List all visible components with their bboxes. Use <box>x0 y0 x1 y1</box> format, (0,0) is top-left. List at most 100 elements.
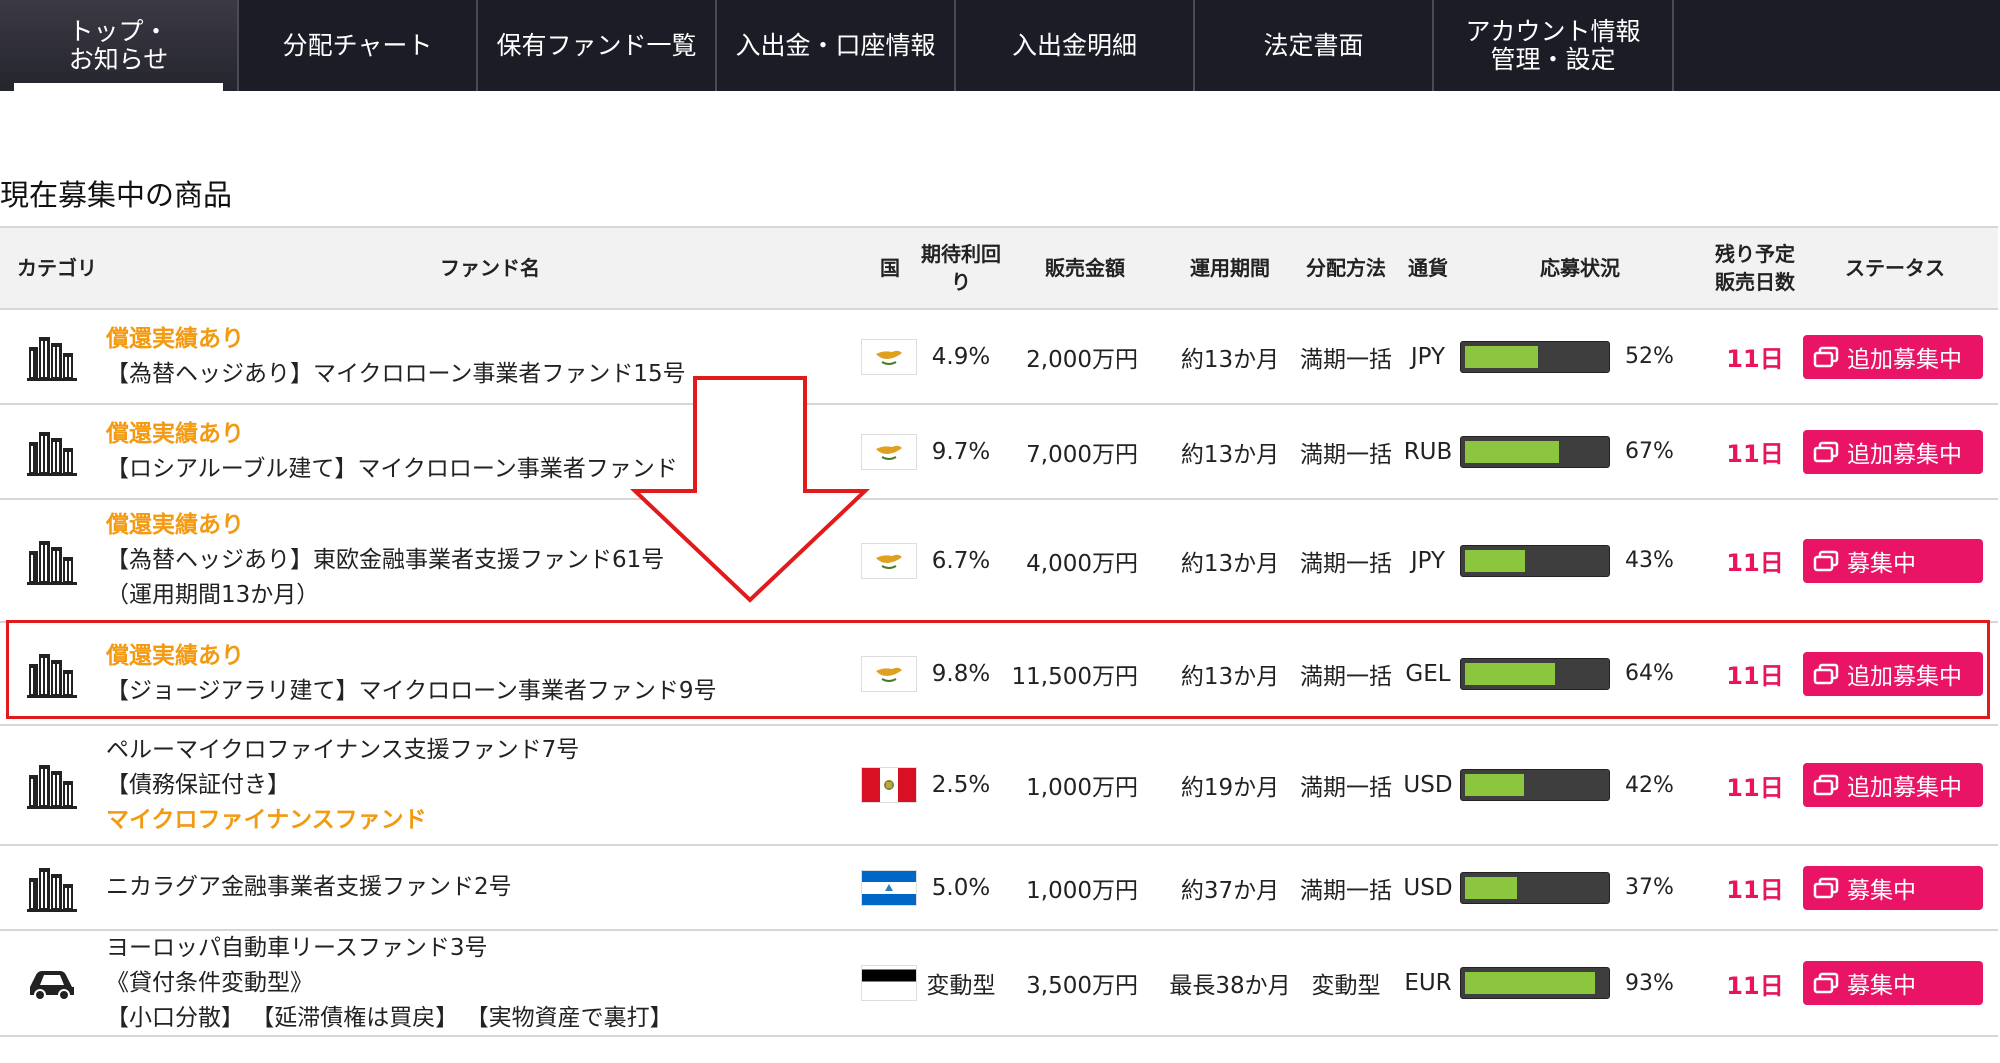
currency-value: EUR <box>1404 970 1452 996</box>
nav-tab-distribution-chart[interactable]: 分配チャート <box>239 0 478 91</box>
category-cell <box>22 846 82 929</box>
fund-name-sub: （運用期間13か月） <box>106 582 320 608</box>
period-value: 約13か月 <box>1180 550 1280 577</box>
nav-tab-legal-docs[interactable]: 法定書面 <box>1195 0 1434 91</box>
application-cell: 93% <box>1460 931 1680 1035</box>
method-value: 満期一括 <box>1300 346 1392 373</box>
status-button[interactable]: 追加募集中 <box>1803 429 1983 474</box>
period-value: 約13か月 <box>1180 663 1280 690</box>
copy-icon <box>1813 663 1839 684</box>
country-cell <box>861 931 917 1035</box>
status-label: 募集中 <box>1847 550 1916 577</box>
nav-label: 法定書面 <box>1263 30 1364 60</box>
fund-name-link[interactable]: 【為替ヘッジあり】東欧金融事業者支援ファンド61号 <box>106 543 664 578</box>
copy-icon <box>1813 550 1839 571</box>
table-row[interactable]: ニカラグア金融事業者支援ファンド2号 5.0% 1,000万円 約37か月 満期一括 US… <box>0 846 1998 931</box>
method-value: 満期一括 <box>1300 550 1392 577</box>
redemption-tag: 償還実績あり <box>106 512 244 538</box>
nav-label: 入出金明細 <box>1011 30 1137 60</box>
progress-fill <box>1465 774 1524 796</box>
fund-name-cell: 償還実績あり 【ジョージアラリ建て】マイクロローン事業者ファンド9号 <box>106 623 846 724</box>
yield-value: 9.8% <box>931 660 991 687</box>
fund-name-link[interactable]: 【為替ヘッジあり】マイクロローン事業者ファンド15号 <box>106 357 686 392</box>
active-tab-indicator <box>14 83 223 91</box>
remaining-days: 11日 <box>1726 345 1784 373</box>
remaining-days: 11日 <box>1726 549 1784 577</box>
redemption-tag: 償還実績あり <box>106 420 244 447</box>
section-title: 現在募集中の商品 <box>0 178 233 212</box>
application-cell: 43% <box>1460 500 1680 621</box>
country-cell <box>861 726 917 844</box>
progress-bar <box>1460 340 1610 373</box>
yield-value: 4.9% <box>931 343 991 370</box>
table-row[interactable]: ペルーマイクロファイナンス支援ファンド7号 【債務保証付き】 マイクロファイナンスフ… <box>0 726 1998 846</box>
progress-fill <box>1465 440 1559 463</box>
fund-name-note: マイクロファイナンスファンド <box>106 806 427 833</box>
yield-value: 5.0% <box>931 874 991 901</box>
copy-icon <box>1813 441 1839 462</box>
application-cell: 64% <box>1460 623 1680 724</box>
status-button[interactable]: 募集中 <box>1803 961 1983 1005</box>
header-country: 国 <box>880 256 900 280</box>
building-icon <box>27 653 77 698</box>
status-label: 募集中 <box>1847 973 1916 999</box>
fund-name-cell: ペルーマイクロファイナンス支援ファンド7号 【債務保証付き】 マイクロファイナンスフ… <box>106 726 846 844</box>
nav-label: トップ・ お知らせ <box>68 16 169 74</box>
header-amount: 販売金額 <box>1045 256 1125 280</box>
progress-bar <box>1460 967 1610 999</box>
application-cell: 52% <box>1460 310 1680 403</box>
copy-icon <box>1813 774 1839 796</box>
progress-percent: 67% <box>1625 439 1674 464</box>
status-cell: 追加募集中 <box>1802 310 1984 403</box>
progress-fill <box>1465 662 1555 685</box>
remaining-days: 11日 <box>1726 971 1784 1000</box>
remaining-days: 11日 <box>1726 876 1784 904</box>
amount-value: 7,000万円 <box>1026 441 1138 468</box>
copy-icon <box>1813 972 1839 994</box>
amount-value: 1,000万円 <box>1026 877 1138 904</box>
nav-label: アカウント情報 管理・設定 <box>1465 16 1641 74</box>
progress-percent: 42% <box>1625 772 1674 798</box>
status-button[interactable]: 追加募集中 <box>1803 334 1983 379</box>
fund-name-link[interactable]: ペルーマイクロファイナンス支援ファンド7号 <box>106 733 579 768</box>
progress-percent: 52% <box>1625 344 1674 369</box>
nav-tab-top-news[interactable]: トップ・ お知らせ <box>0 0 239 91</box>
method-value: 変動型 <box>1311 973 1381 999</box>
fund-name-link[interactable]: ニカラグア金融事業者支援ファンド2号 <box>106 870 512 905</box>
header-category: カテゴリ <box>17 256 97 280</box>
status-button[interactable]: 追加募集中 <box>1803 651 1983 696</box>
building-icon <box>27 336 77 381</box>
application-cell: 42% <box>1460 726 1680 844</box>
yield-value: 2.5% <box>931 772 991 798</box>
nav-tab-account-settings[interactable]: アカウント情報 管理・設定 <box>1434 0 1674 91</box>
country-cell <box>861 846 917 929</box>
fund-name-cell: ヨーロッパ自動車リースファンド3号 《貸付条件変動型》 【小口分散】 【延滞債権は買… <box>106 931 846 1035</box>
nav-tab-owned-funds[interactable]: 保有ファンド一覧 <box>478 0 717 91</box>
table-row[interactable]: 償還実績あり 【ロシアルーブル建て】マイクロローン事業者ファンド 9.7% 7,000… <box>0 405 1998 500</box>
status-cell: 追加募集中 <box>1802 726 1984 844</box>
fund-name-link[interactable]: 【ロシアルーブル建て】マイクロローン事業者ファンド <box>106 452 678 487</box>
status-cell: 募集中 <box>1802 500 1984 621</box>
progress-bar <box>1460 435 1610 468</box>
progress-fill <box>1465 972 1596 994</box>
nav-tab-transactions[interactable]: 入出金明細 <box>956 0 1195 91</box>
down-arrow-annotation <box>630 376 870 603</box>
progress-fill <box>1465 876 1517 899</box>
progress-percent: 43% <box>1625 548 1674 573</box>
status-button[interactable]: 追加募集中 <box>1803 763 1983 807</box>
nav-tab-deposit-account[interactable]: 入出金・口座情報 <box>717 0 956 91</box>
table-row[interactable]: 償還実績あり 【ジョージアラリ建て】マイクロローン事業者ファンド9号 9.8% 11,… <box>0 623 1998 726</box>
category-cell <box>22 623 82 724</box>
table-row[interactable]: ヨーロッパ自動車リースファンド3号 《貸付条件変動型》 【小口分散】 【延滞債権は買… <box>0 931 1998 1037</box>
currency-value: JPY <box>1410 343 1446 370</box>
progress-bar <box>1460 544 1610 577</box>
table-row[interactable]: 償還実績あり【為替ヘッジあり】東欧金融事業者支援ファンド61号 （運用期間13か月… <box>0 500 1998 623</box>
fund-name-link[interactable]: ヨーロッパ自動車リースファンド3号 <box>106 931 487 966</box>
status-button[interactable]: 募集中 <box>1803 538 1983 583</box>
fund-name-link[interactable]: 【ジョージアラリ建て】マイクロローン事業者ファンド9号 <box>106 674 717 709</box>
building-icon <box>27 765 77 809</box>
table-row[interactable]: 償還実績あり 【為替ヘッジあり】マイクロローン事業者ファンド15号 4.9% 2,00… <box>0 310 1998 405</box>
header-application: 応募状況 <box>1540 256 1620 280</box>
status-button[interactable]: 募集中 <box>1803 865 1983 910</box>
header-currency: 通貨 <box>1408 256 1448 280</box>
